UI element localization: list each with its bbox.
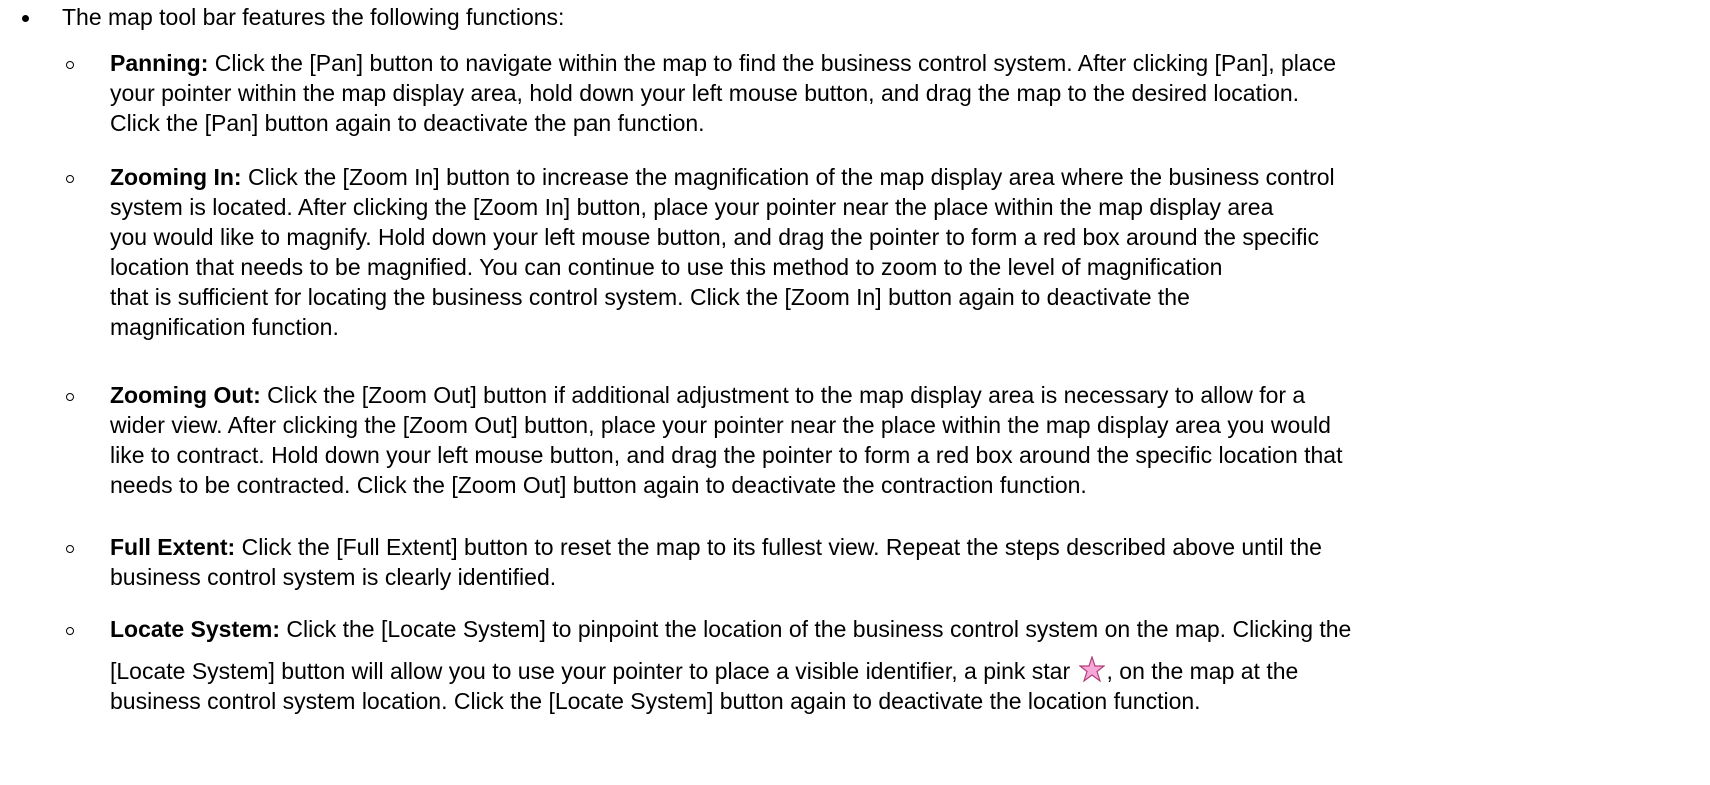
item-line: system is located. After clicking the [Z…	[110, 194, 1274, 220]
instructions-page: The map tool bar features the following …	[0, 0, 1710, 785]
item-text: , on the map at the	[1106, 658, 1299, 684]
item-line: like to contract. Hold down your left mo…	[110, 442, 1343, 468]
circle-bullet-icon	[66, 393, 74, 401]
item-body: Zooming In: Click the [Zoom In] button t…	[110, 162, 1710, 342]
item-text: Click the [Full Extent] button to reset …	[235, 534, 1322, 560]
item-line: that is sufficient for locating the busi…	[110, 284, 1190, 310]
item-text: Click the [Zoom In] button to increase t…	[241, 164, 1335, 190]
item-line: [Locate System] button will allow you to…	[110, 655, 1710, 689]
item-title: Zooming In:	[110, 164, 242, 190]
item-body: Locate System: Click the [Locate System]…	[110, 614, 1710, 716]
item-line: Zooming Out: Click the [Zoom Out] button…	[110, 380, 1710, 410]
item-body: Full Extent: Click the [Full Extent] but…	[110, 532, 1710, 592]
item-title: Full Extent:	[110, 534, 236, 560]
item-text: Click the [Locate System] to pinpoint th…	[280, 616, 1352, 642]
item-line: location that needs to be magnified. You…	[110, 254, 1223, 280]
item-text: [Locate System] button will allow you to…	[110, 658, 1071, 684]
item-line: Locate System: Click the [Locate System]…	[110, 614, 1710, 656]
item-title: Locate System:	[110, 616, 281, 642]
item-line: magnification function.	[110, 314, 339, 340]
item-line: Zooming In: Click the [Zoom In] button t…	[110, 162, 1710, 192]
intro-text: The map tool bar features the following …	[62, 4, 565, 30]
item-line: needs to be contracted. Click the [Zoom …	[110, 472, 1087, 498]
item-title: Panning:	[110, 50, 209, 76]
circle-bullet-icon	[66, 545, 74, 553]
item-line: your pointer within the map display area…	[110, 80, 1300, 106]
circle-bullet-icon	[66, 175, 74, 183]
item-body: Zooming Out: Click the [Zoom Out] button…	[110, 380, 1710, 500]
item-title: Zooming Out:	[110, 382, 261, 408]
bullet-dot-icon	[22, 15, 29, 22]
item-line: business control system is clearly ident…	[110, 564, 557, 590]
circle-bullet-icon	[66, 61, 74, 69]
circle-bullet-icon	[66, 627, 74, 635]
item-line: Full Extent: Click the [Full Extent] but…	[110, 532, 1710, 562]
item-line: Click the [Pan] button again to deactiva…	[110, 110, 705, 136]
pink-star-icon	[1077, 655, 1106, 689]
item-line: wider view. After clicking the [Zoom Out…	[110, 412, 1331, 438]
item-line: you would like to magnify. Hold down you…	[110, 224, 1320, 250]
item-body: Panning: Click the [Pan] button to navig…	[110, 48, 1710, 138]
item-text: Click the [Pan] button to navigate withi…	[208, 50, 1336, 76]
item-text: Click the [Zoom Out] button if additiona…	[260, 382, 1306, 408]
item-line: business control system location. Click …	[110, 688, 1201, 714]
item-line: Panning: Click the [Pan] button to navig…	[110, 48, 1710, 78]
